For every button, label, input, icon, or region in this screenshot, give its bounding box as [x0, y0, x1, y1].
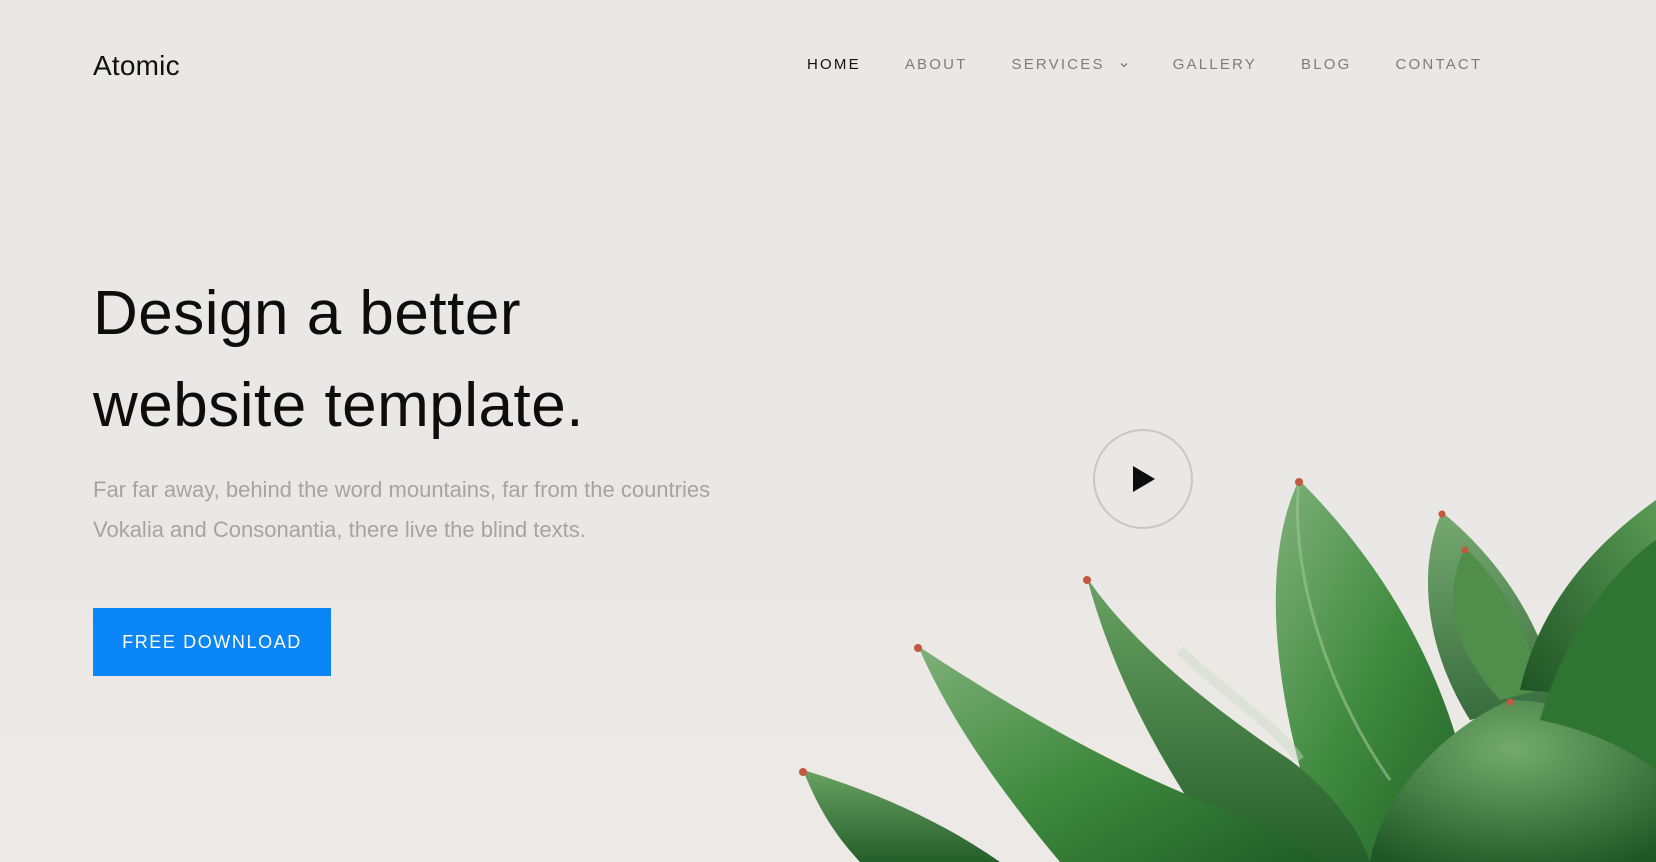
nav-item-home[interactable]: HOME	[807, 56, 861, 73]
hero-subtitle-line: Vokalia and Consonantia, there live the …	[93, 517, 586, 542]
play-video-button[interactable]	[1093, 429, 1193, 529]
play-icon	[1133, 466, 1155, 492]
hero-page: Atomic HOME ABOUT SERVICES GALLERY BLOG …	[0, 0, 1656, 862]
hero-title-line: Design a better	[93, 279, 521, 348]
nav-item-label: ABOUT	[904, 56, 968, 73]
nav-item-about[interactable]: ABOUT	[905, 56, 968, 73]
nav-item-contact[interactable]: CONTACT	[1396, 56, 1483, 73]
hero-subtitle: Far far away, behind the word mountains,…	[93, 470, 813, 550]
nav-item-gallery[interactable]: GALLERY	[1173, 56, 1257, 73]
nav-item-label: HOME	[807, 56, 861, 73]
nav-item-blog[interactable]: BLOG	[1301, 56, 1351, 73]
nav-item-label: GALLERY	[1172, 56, 1258, 73]
nav-item-label: SERVICES	[1011, 56, 1105, 73]
chevron-down-icon	[1120, 62, 1128, 67]
brand-logo[interactable]: Atomic	[93, 50, 180, 82]
hero-title: Design a better website template.	[93, 268, 853, 452]
hero-subtitle-line: Far far away, behind the word mountains,…	[93, 477, 711, 502]
nav-item-label: CONTACT	[1395, 56, 1483, 73]
free-download-button[interactable]: FREE DOWNLOAD	[93, 608, 331, 676]
main-nav: HOME ABOUT SERVICES GALLERY BLOG CONTACT	[807, 56, 1526, 73]
hero-title-line: website template.	[93, 371, 584, 440]
nav-item-services[interactable]: SERVICES	[1012, 56, 1129, 73]
nav-item-label: BLOG	[1301, 56, 1352, 73]
